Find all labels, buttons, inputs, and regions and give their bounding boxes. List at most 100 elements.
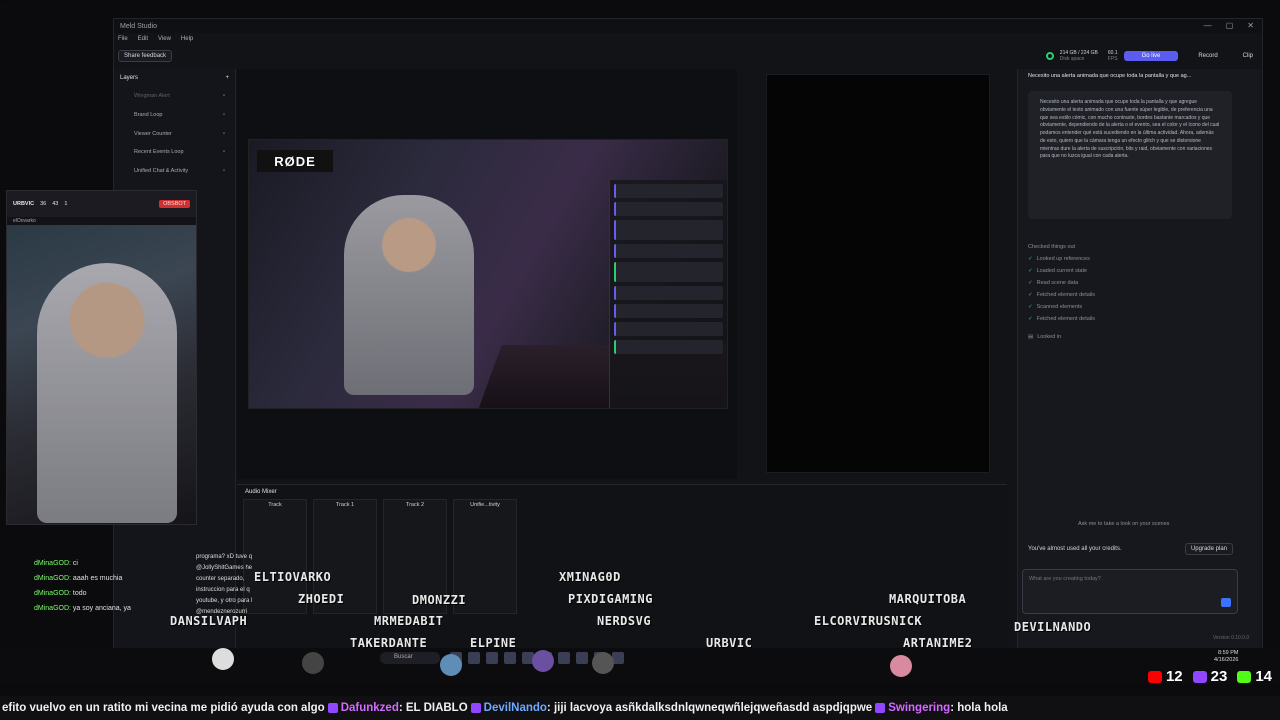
lock-icon[interactable]: ▫ [223,93,225,99]
menu-view[interactable]: View [158,36,171,42]
chat-ticker: efito vuelvo en un ratito mi vecina me p… [0,696,1280,720]
webcam-feed [7,225,196,524]
layer-item[interactable]: Recent Events Loop ▫ [114,143,235,162]
viewer-name: ELCORVIRUSNICK [814,614,923,628]
check-icon: ✓ [1028,256,1033,262]
ticker-user: Swingering [888,702,951,714]
chat-overlay-item [614,220,723,240]
lock-icon[interactable]: ▫ [223,149,225,155]
pokemon-sprite [302,652,324,674]
viewer-name: MRMEDABIT [374,614,444,628]
go-live-button[interactable]: Go live [1123,51,1179,61]
menu-help[interactable]: Help [181,36,193,42]
chat-overlay-item [614,262,723,282]
ticker-user: DevilNando [483,702,547,714]
title-bar: Meld Studio — ▢ ✕ [114,19,1262,33]
fps-label: FPS [1107,56,1118,62]
toolbar: Share feedback 214 GB / 224 GB Disk spac… [114,46,1262,66]
layer-label: Wingman Alert [134,93,170,100]
lock-icon[interactable]: ▫ [223,168,225,174]
clip-button[interactable]: Clip [1238,51,1258,61]
pokemon-sprite [440,654,462,676]
record-button[interactable]: Record [1184,51,1231,61]
layer-item[interactable]: Unified Chat & Activity ▫ [114,162,235,181]
webcam-stat: 36 [40,201,47,207]
step-item: ✓ Loaded current state [1028,265,1228,277]
check-icon: ✓ [1028,292,1033,298]
meld-studio-window: Meld Studio — ▢ ✕ File Edit View Help Sh… [113,18,1263,650]
taskbar [0,648,1280,684]
activity-chat: programa? xD tuve q @JollyShitGames he c… [196,552,266,618]
taskbar-clock[interactable]: 8:59 PM 4/16/2026 [1214,650,1238,664]
app-icon[interactable] [468,652,480,664]
menu-edit[interactable]: Edit [138,36,148,42]
layer-item[interactable]: Brand Loop ▫ [114,106,235,125]
minimize-button[interactable]: — [1204,21,1212,30]
vertical-preview[interactable] [766,74,990,473]
webcam-subline: elOovarko [13,218,36,224]
viewer-name: DANSILVAPH [170,614,248,628]
send-icon[interactable] [1221,598,1231,607]
add-layer-icon[interactable]: + [225,75,229,81]
assistant-user-message: Necesito una alerta animada que ocupe to… [1028,91,1232,219]
lock-icon[interactable]: ▫ [223,131,225,137]
audio-mixer-title: Audio Mixer [245,489,277,495]
app-icon[interactable] [504,652,516,664]
chat-text: todo [72,590,87,597]
webcam-name: URBVIC [13,201,35,207]
layer-item[interactable]: Wingman Alert ▫ [114,87,235,106]
assistant-input[interactable]: What are you creating today? [1022,569,1238,614]
chat-overlay-item [614,340,723,354]
check-icon: ✓ [1028,316,1033,322]
track-label: Unifie...tivity [470,502,500,508]
chat-overlay-item [614,184,723,198]
disk-icon [1045,52,1054,60]
layer-label: Recent Events Loop [134,149,184,156]
youtube-value: 12 [1165,668,1183,685]
step-label: Fetched element details [1036,292,1096,298]
twitch-value: 23 [1210,668,1228,685]
scene-icon: ▤ [1028,334,1034,340]
lock-icon[interactable]: ▫ [223,112,225,118]
clock-date: 4/16/2026 [1214,657,1239,663]
share-feedback-button[interactable]: Share feedback [118,50,173,62]
upgrade-plan-button[interactable]: Upgrade plan [1184,543,1233,555]
step-item: ✓ Looked up references [1028,253,1228,265]
app-icon[interactable] [558,652,570,664]
youtube-icon [1147,671,1162,684]
camera-preview[interactable]: RØDE [248,139,728,409]
obsbot-badge: OBSBOT [159,200,190,208]
app-icon[interactable] [486,652,498,664]
menu-file[interactable]: File [118,36,128,42]
chat-overlay-item [614,304,723,318]
ask-hint: Ask me to take a look on your scenes [1078,521,1170,527]
disk-space-label: Disk space [1059,56,1085,62]
step-item: ✓ Scanned elements [1028,301,1228,313]
chat-user: dMinaGOD: [34,560,71,567]
webcam-header: URBVIC 36 43 1 OBSBOT [7,191,196,217]
layer-label: Unified Chat & Activity [134,168,189,175]
twitch-count: 23 [1192,668,1228,685]
layer-item[interactable]: Viewer Counter ▫ [114,124,235,143]
assistant-header: Necesito una alerta animada que ocupe to… [1028,73,1192,79]
pokemon-sprite [212,648,234,670]
viewer-name: XMINAG0D [559,570,621,584]
close-button[interactable]: ✕ [1247,21,1254,30]
taskbar-search[interactable]: Buscar [380,652,440,664]
looked-label: Looked in [1037,334,1062,340]
twitch-badge-icon [875,703,886,713]
chat-line: dMinaGOD: aaah es muchia [34,571,174,586]
assistant-input-placeholder: What are you creating today? [1029,576,1101,582]
twitch-badge-icon [327,703,338,713]
chat-text: ya soy anciana, ya [72,605,131,612]
webcam-stat: 43 [52,201,59,207]
chat-text: ci [72,560,78,567]
layer-label: Viewer Counter [134,130,172,137]
app-icon[interactable] [576,652,588,664]
viewer-name: MARQUITOBA [889,592,967,606]
chat-overlay-item [614,322,723,336]
layers-title: Layers [120,75,139,81]
credits-bar: You've almost used all your credits. Upg… [1028,543,1233,555]
rode-logo: RØDE [257,150,333,172]
maximize-button[interactable]: ▢ [1226,21,1234,30]
